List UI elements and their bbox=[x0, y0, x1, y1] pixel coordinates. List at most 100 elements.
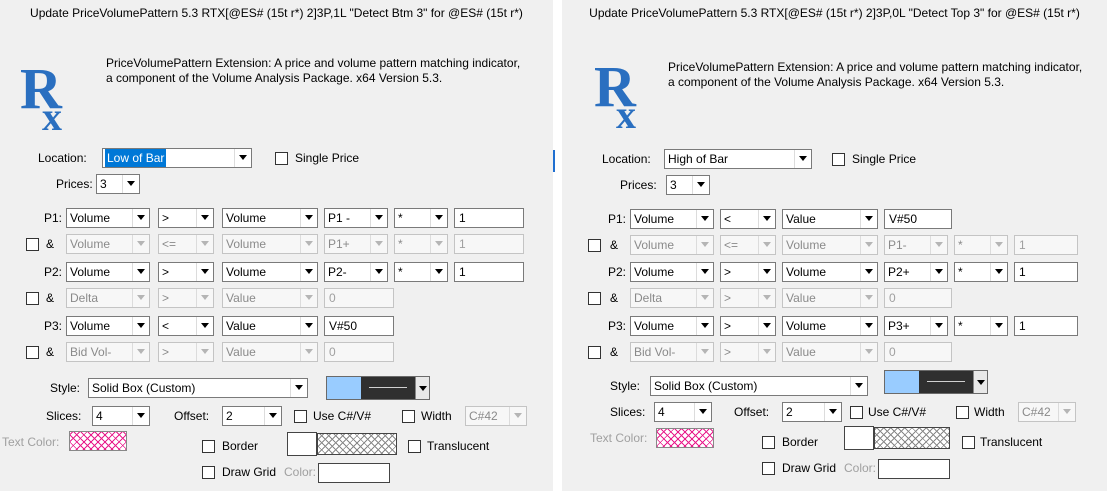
p2-and-field-select[interactable]: Delta bbox=[66, 288, 150, 308]
p2-and-checkbox[interactable] bbox=[588, 292, 601, 305]
p1-field-select[interactable]: Volume bbox=[66, 208, 150, 228]
p1-and-operator-select[interactable]: <= bbox=[158, 234, 214, 254]
offset-select[interactable]: 2 bbox=[222, 406, 282, 426]
p1-mult-select[interactable]: * bbox=[394, 208, 448, 228]
style-select[interactable]: Solid Box (Custom) bbox=[88, 378, 308, 398]
p3-and-value-input[interactable]: 0 bbox=[324, 342, 394, 362]
p3-and-compare-select[interactable]: Value bbox=[222, 342, 318, 362]
p1-and-compare-select[interactable]: Volume bbox=[222, 234, 318, 254]
p3-field-select[interactable]: Volume bbox=[66, 316, 150, 336]
p3-ref-select[interactable]: P3+ bbox=[884, 316, 948, 336]
use-cv-checkbox[interactable] bbox=[294, 410, 307, 423]
p1-and-ref-select[interactable]: P1- bbox=[884, 235, 948, 255]
p2-factor-input[interactable]: 1 bbox=[1014, 262, 1078, 282]
p1-and-compare-select[interactable]: Volume bbox=[782, 235, 878, 255]
p2-and-value-input[interactable]: 0 bbox=[884, 288, 952, 308]
p2-and-value-input[interactable]: 0 bbox=[324, 288, 394, 308]
text-color-swatch[interactable] bbox=[69, 431, 127, 451]
p2-and-operator-select[interactable]: > bbox=[720, 288, 776, 308]
border-checkbox[interactable] bbox=[762, 436, 775, 449]
p3-and-field-select[interactable]: Bid Vol- bbox=[630, 342, 714, 362]
prices-select[interactable]: 3 bbox=[666, 175, 710, 195]
p3-and-compare-select[interactable]: Value bbox=[782, 342, 878, 362]
text-color-swatch[interactable] bbox=[656, 428, 714, 448]
translucent-checkbox[interactable] bbox=[408, 440, 421, 453]
p3-and-checkbox[interactable] bbox=[588, 346, 601, 359]
p3-operator-select[interactable]: > bbox=[720, 316, 776, 336]
p2-field-select[interactable]: Volume bbox=[630, 262, 714, 282]
draw-grid-checkbox[interactable] bbox=[202, 466, 215, 479]
p1-value-input[interactable]: V#50 bbox=[884, 209, 952, 229]
p2-and-checkbox[interactable] bbox=[26, 292, 39, 305]
p1-and-factor-input[interactable]: 1 bbox=[454, 234, 524, 254]
p1-and-mult-select[interactable]: * bbox=[394, 234, 448, 254]
p3-field-select[interactable]: Volume bbox=[630, 316, 714, 336]
line-color-picker[interactable] bbox=[884, 370, 988, 394]
p2-operator-select[interactable]: > bbox=[720, 262, 776, 282]
draw-grid-checkbox[interactable] bbox=[762, 462, 775, 475]
offset-select[interactable]: 2 bbox=[782, 402, 842, 422]
p2-field-select[interactable]: Volume bbox=[66, 262, 150, 282]
p1-and-mult-select[interactable]: * bbox=[954, 235, 1008, 255]
slices-select[interactable]: 4 bbox=[654, 402, 712, 422]
p1-and-operator-select[interactable]: <= bbox=[720, 235, 776, 255]
p3-and-checkbox[interactable] bbox=[26, 346, 39, 359]
use-cv-checkbox[interactable] bbox=[850, 406, 863, 419]
p1-and-checkbox[interactable] bbox=[588, 239, 601, 252]
p1-compare-select[interactable]: Volume bbox=[222, 208, 318, 228]
p2-and-compare-select[interactable]: Value bbox=[782, 288, 878, 308]
location-select[interactable]: High of Bar bbox=[664, 149, 812, 169]
p2-ref-select[interactable]: P2+ bbox=[884, 262, 948, 282]
p3-and-field-select[interactable]: Bid Vol- bbox=[66, 342, 150, 362]
p2-compare-select[interactable]: Volume bbox=[782, 262, 878, 282]
p3-and-operator-select[interactable]: > bbox=[720, 342, 776, 362]
p3-value-input[interactable]: V#50 bbox=[324, 316, 394, 336]
p2-mult-select[interactable]: * bbox=[954, 262, 1008, 282]
translucent-checkbox[interactable] bbox=[962, 436, 975, 449]
p3-operator-select[interactable]: < bbox=[158, 316, 214, 336]
p3-and-operator-select[interactable]: > bbox=[158, 342, 214, 362]
border-checkbox[interactable] bbox=[202, 440, 215, 453]
p1-and-checkbox[interactable] bbox=[26, 238, 39, 251]
p2-and-field-select[interactable]: Delta bbox=[630, 288, 714, 308]
style-select[interactable]: Solid Box (Custom) bbox=[650, 376, 868, 396]
p3-compare-select[interactable]: Volume bbox=[782, 316, 878, 336]
p1-field-select[interactable]: Volume bbox=[630, 209, 714, 229]
p1-compare-select[interactable]: Value bbox=[782, 209, 878, 229]
grid-color-swatch[interactable] bbox=[878, 459, 950, 479]
p3-and-value-input[interactable]: 0 bbox=[884, 342, 952, 362]
location-select[interactable]: Low of Bar bbox=[102, 148, 252, 168]
p2-compare-select[interactable]: Volume bbox=[222, 262, 318, 282]
p3-factor-input[interactable]: 1 bbox=[1014, 316, 1078, 336]
grid-color-swatch[interactable] bbox=[318, 463, 390, 483]
border-color-swatch[interactable] bbox=[287, 432, 317, 456]
fill-pattern-swatch[interactable] bbox=[874, 427, 950, 449]
p1-and-factor-input[interactable]: 1 bbox=[1014, 235, 1078, 255]
p1-factor-input[interactable]: 1 bbox=[454, 208, 524, 228]
p1-and-field-select[interactable]: Volume bbox=[66, 234, 150, 254]
prices-select[interactable]: 3 bbox=[96, 174, 140, 194]
p2-ref-select[interactable]: P2- bbox=[324, 262, 388, 282]
single-price-checkbox[interactable] bbox=[275, 152, 288, 165]
slices-select[interactable]: 4 bbox=[92, 406, 150, 426]
line-color-picker[interactable] bbox=[326, 376, 430, 400]
p1-operator-select[interactable]: < bbox=[720, 209, 776, 229]
width-checkbox[interactable] bbox=[956, 406, 969, 419]
p1-and-ref-select[interactable]: P1+ bbox=[324, 234, 388, 254]
p1-operator-select[interactable]: > bbox=[158, 208, 214, 228]
border-color-swatch[interactable] bbox=[844, 426, 874, 450]
width-checkbox[interactable] bbox=[402, 410, 415, 423]
p1-ref-select[interactable]: P1 - bbox=[324, 208, 388, 228]
p3-compare-select[interactable]: Value bbox=[222, 316, 318, 336]
p2-mult-select[interactable]: * bbox=[394, 262, 448, 282]
p3-mult-select[interactable]: * bbox=[954, 316, 1008, 336]
p2-and-compare-select[interactable]: Value bbox=[222, 288, 318, 308]
single-price-checkbox[interactable] bbox=[832, 153, 845, 166]
width-select[interactable]: C#42 bbox=[465, 406, 527, 426]
p2-factor-input[interactable]: 1 bbox=[454, 262, 524, 282]
p2-and-operator-select[interactable]: > bbox=[158, 288, 214, 308]
p2-operator-select[interactable]: > bbox=[158, 262, 214, 282]
p1-and-field-select[interactable]: Volume bbox=[630, 235, 714, 255]
width-select[interactable]: C#42 bbox=[1018, 402, 1076, 422]
fill-pattern-swatch[interactable] bbox=[317, 433, 397, 455]
